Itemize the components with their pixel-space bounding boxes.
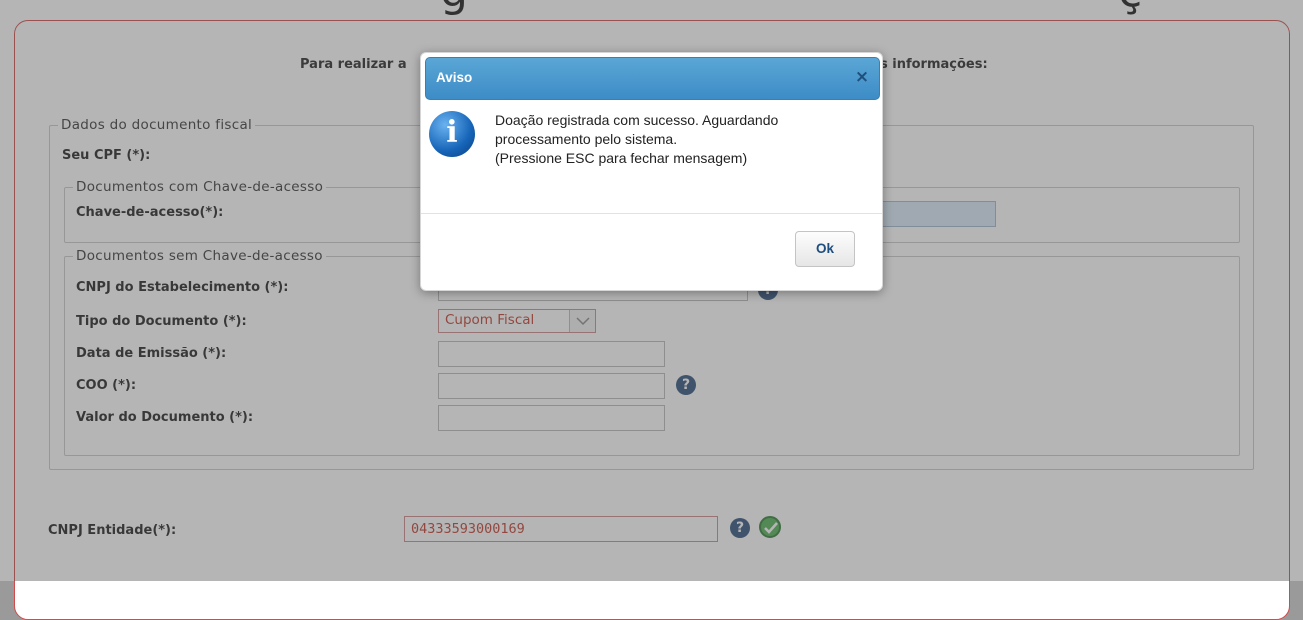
- dialog-message-line: (Pressione ESC para fechar mensagem): [495, 150, 748, 166]
- dialog-message-line: processamento pelo sistema.: [495, 131, 678, 147]
- info-icon: i: [429, 111, 475, 157]
- dialog-title: Aviso: [436, 70, 473, 85]
- notice-dialog: Aviso × i Doação registrada com sucesso.…: [420, 52, 883, 291]
- dialog-divider: [421, 213, 882, 214]
- dialog-message-line: Doação registrada com sucesso. Aguardand…: [495, 112, 779, 128]
- ok-button[interactable]: Ok: [795, 231, 855, 267]
- info-icon-glyph: i: [446, 115, 458, 150]
- close-icon[interactable]: ×: [853, 68, 871, 86]
- dialog-titlebar: Aviso ×: [425, 57, 880, 100]
- dialog-message: Doação registrada com sucesso. Aguardand…: [495, 111, 865, 168]
